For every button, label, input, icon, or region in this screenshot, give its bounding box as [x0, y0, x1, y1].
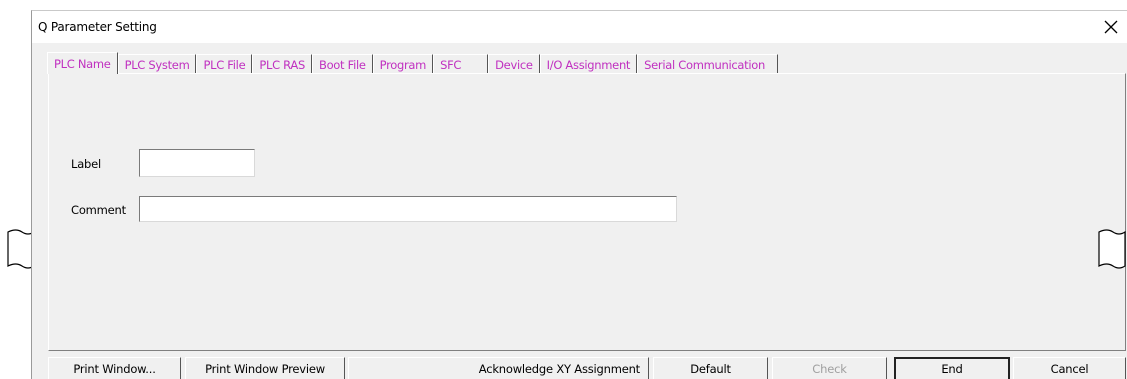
label-caption: Label: [71, 157, 102, 171]
tab-serial-communication[interactable]: Serial Communication: [637, 54, 778, 74]
title-bar: Q Parameter Setting: [32, 11, 1127, 43]
tab-sfc[interactable]: SFC: [433, 54, 489, 74]
tab-program[interactable]: Program: [372, 54, 434, 74]
button-row: Print Window... Print Window Preview Ack…: [48, 357, 1127, 379]
print-window-button[interactable]: Print Window...: [48, 357, 181, 379]
comment-caption: Comment: [71, 203, 126, 217]
tab-plc-file[interactable]: PLC File: [196, 54, 253, 74]
tab-boot-file[interactable]: Boot File: [311, 54, 373, 74]
end-button[interactable]: End: [894, 357, 1010, 379]
acknowledge-xy-assignment-button[interactable]: Acknowledge XY Assignment: [348, 357, 649, 379]
q-parameter-dialog: Q Parameter Setting PLC Name PLC System …: [31, 10, 1127, 379]
window-title: Q Parameter Setting: [38, 20, 157, 34]
label-field[interactable]: [139, 149, 255, 177]
wave-break-right-icon: [1098, 229, 1126, 269]
comment-field[interactable]: [139, 196, 677, 222]
default-button[interactable]: Default: [653, 357, 768, 379]
tab-plc-ras[interactable]: PLC RAS: [252, 54, 312, 74]
tab-strip: PLC Name PLC System PLC File PLC RAS Boo…: [47, 52, 778, 74]
tab-plc-name[interactable]: PLC Name: [47, 52, 118, 74]
close-icon[interactable]: [1100, 16, 1122, 38]
tab-io-assignment[interactable]: I/O Assignment: [539, 54, 638, 74]
cancel-button[interactable]: Cancel: [1013, 357, 1126, 379]
check-button[interactable]: Check: [772, 357, 887, 379]
tab-plc-system[interactable]: PLC System: [117, 54, 197, 74]
tab-device[interactable]: Device: [488, 54, 540, 74]
print-window-preview-button[interactable]: Print Window Preview: [185, 357, 345, 379]
plc-name-panel: Label Comment: [48, 73, 1126, 351]
